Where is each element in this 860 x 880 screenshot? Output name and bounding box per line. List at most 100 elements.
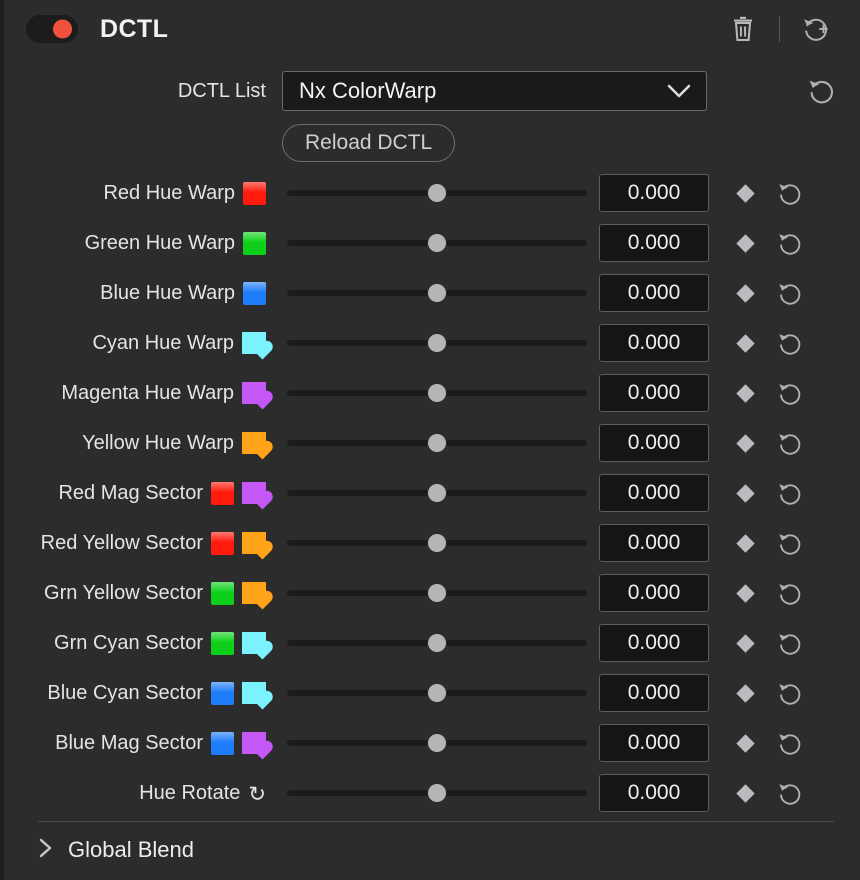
parameter-label-wrap: Grn Cyan Sector [4,632,266,655]
parameter-value-input[interactable]: 0.000 [599,624,709,662]
blue-square-icon [243,282,266,305]
slider-handle[interactable] [428,184,446,202]
parameter-slider[interactable] [287,418,587,468]
parameter-value-input[interactable]: 0.000 [599,274,709,312]
parameter-row: Cyan Hue Warp 0.000 [4,318,860,368]
reset-icon [776,580,803,607]
parameter-reset-button[interactable] [774,478,804,508]
parameter-reset-button[interactable] [774,428,804,458]
dctl-enable-toggle[interactable] [26,15,78,43]
slider-handle[interactable] [428,534,446,552]
parameter-value-input[interactable]: 0.000 [599,374,709,412]
keyframe-diamond-icon[interactable] [736,684,754,702]
parameter-value-input[interactable]: 0.000 [599,524,709,562]
parameter-value-input[interactable]: 0.000 [599,424,709,462]
parameter-slider[interactable] [287,718,587,768]
keyframe-diamond-icon[interactable] [736,634,754,652]
parameter-slider[interactable] [287,668,587,718]
reset-icon [776,430,803,457]
dctl-list-row: DCTL List Nx ColorWarp [4,64,860,118]
keyframe-diamond-icon[interactable] [736,434,754,452]
header-divider [779,16,780,42]
orange-heart-icon [242,532,266,554]
parameter-slider[interactable] [287,468,587,518]
slider-handle[interactable] [428,684,446,702]
delete-button[interactable] [721,7,765,51]
parameter-slider[interactable] [287,518,587,568]
parameter-reset-button[interactable] [774,528,804,558]
global-blend-section-toggle[interactable]: Global Blend [38,832,194,868]
slider-handle[interactable] [428,234,446,252]
keyframe-diamond-icon[interactable] [736,784,754,802]
parameter-value-input[interactable]: 0.000 [599,774,709,812]
parameter-swatches [211,582,266,605]
reset-icon [776,180,803,207]
parameter-value-input[interactable]: 0.000 [599,474,709,512]
keyframe-diamond-icon[interactable] [736,534,754,552]
parameter-value-input[interactable]: 0.000 [599,324,709,362]
parameter-label: Grn Cyan Sector [54,632,203,655]
green-square-icon [211,632,234,655]
reset-icon [776,230,803,257]
slider-handle[interactable] [428,784,446,802]
magenta-heart-icon [242,732,266,754]
parameter-label-wrap: Cyan Hue Warp [4,332,266,355]
slider-handle[interactable] [428,734,446,752]
parameter-slider[interactable] [287,368,587,418]
keyframe-diamond-icon[interactable] [736,584,754,602]
orange-heart-icon [242,432,266,454]
parameter-reset-button[interactable] [774,178,804,208]
slider-handle[interactable] [428,334,446,352]
parameter-label: Grn Yellow Sector [44,582,203,605]
keyframe-diamond-icon[interactable] [736,184,754,202]
keyframe-diamond-icon[interactable] [736,334,754,352]
slider-handle[interactable] [428,584,446,602]
reload-dctl-button[interactable]: Reload DCTL [282,124,455,162]
slider-handle[interactable] [428,634,446,652]
parameter-reset-button[interactable] [774,378,804,408]
parameter-reset-button[interactable] [774,278,804,308]
add-reset-button[interactable] [794,7,838,51]
parameter-value-input[interactable]: 0.000 [599,674,709,712]
parameter-row-actions [739,378,804,408]
parameter-reset-button[interactable] [774,728,804,758]
parameter-value-input[interactable]: 0.000 [599,224,709,262]
keyframe-diamond-icon[interactable] [736,284,754,302]
parameter-value-input[interactable]: 0.000 [599,174,709,212]
parameter-slider[interactable] [287,218,587,268]
parameter-value-input[interactable]: 0.000 [599,724,709,762]
parameter-reset-button[interactable] [774,578,804,608]
parameter-row: Magenta Hue Warp0.000 [4,368,860,418]
cyan-heart-icon [242,682,266,704]
slider-handle[interactable] [428,384,446,402]
keyframe-diamond-icon[interactable] [736,734,754,752]
parameter-slider[interactable] [287,168,587,218]
parameter-reset-button[interactable] [774,678,804,708]
dctl-list-reset-button[interactable] [804,74,838,108]
magenta-heart-icon [242,382,266,404]
parameter-slider[interactable] [287,618,587,668]
parameter-label: Blue Cyan Sector [47,682,203,705]
red-square-icon [211,532,234,555]
parameter-value-input[interactable]: 0.000 [599,574,709,612]
dctl-list-dropdown[interactable]: Nx ColorWarp [282,71,707,111]
parameter-slider[interactable] [287,768,587,818]
parameter-slider[interactable] [287,318,587,368]
parameter-row: Red Yellow Sector0.000 [4,518,860,568]
keyframe-diamond-icon[interactable] [736,234,754,252]
parameter-reset-button[interactable] [774,778,804,808]
parameter-reset-button[interactable] [774,628,804,658]
slider-handle[interactable] [428,484,446,502]
keyframe-diamond-icon[interactable] [736,484,754,502]
trash-icon [731,16,755,42]
parameter-reset-button[interactable] [774,328,804,358]
keyframe-diamond-icon[interactable] [736,384,754,402]
parameter-slider[interactable] [287,268,587,318]
reset-icon [776,680,803,707]
parameter-slider[interactable] [287,568,587,618]
parameter-swatches [243,182,266,205]
parameter-reset-button[interactable] [774,228,804,258]
parameter-label-wrap: Green Hue Warp [4,232,266,255]
slider-handle[interactable] [428,284,446,302]
slider-handle[interactable] [428,434,446,452]
